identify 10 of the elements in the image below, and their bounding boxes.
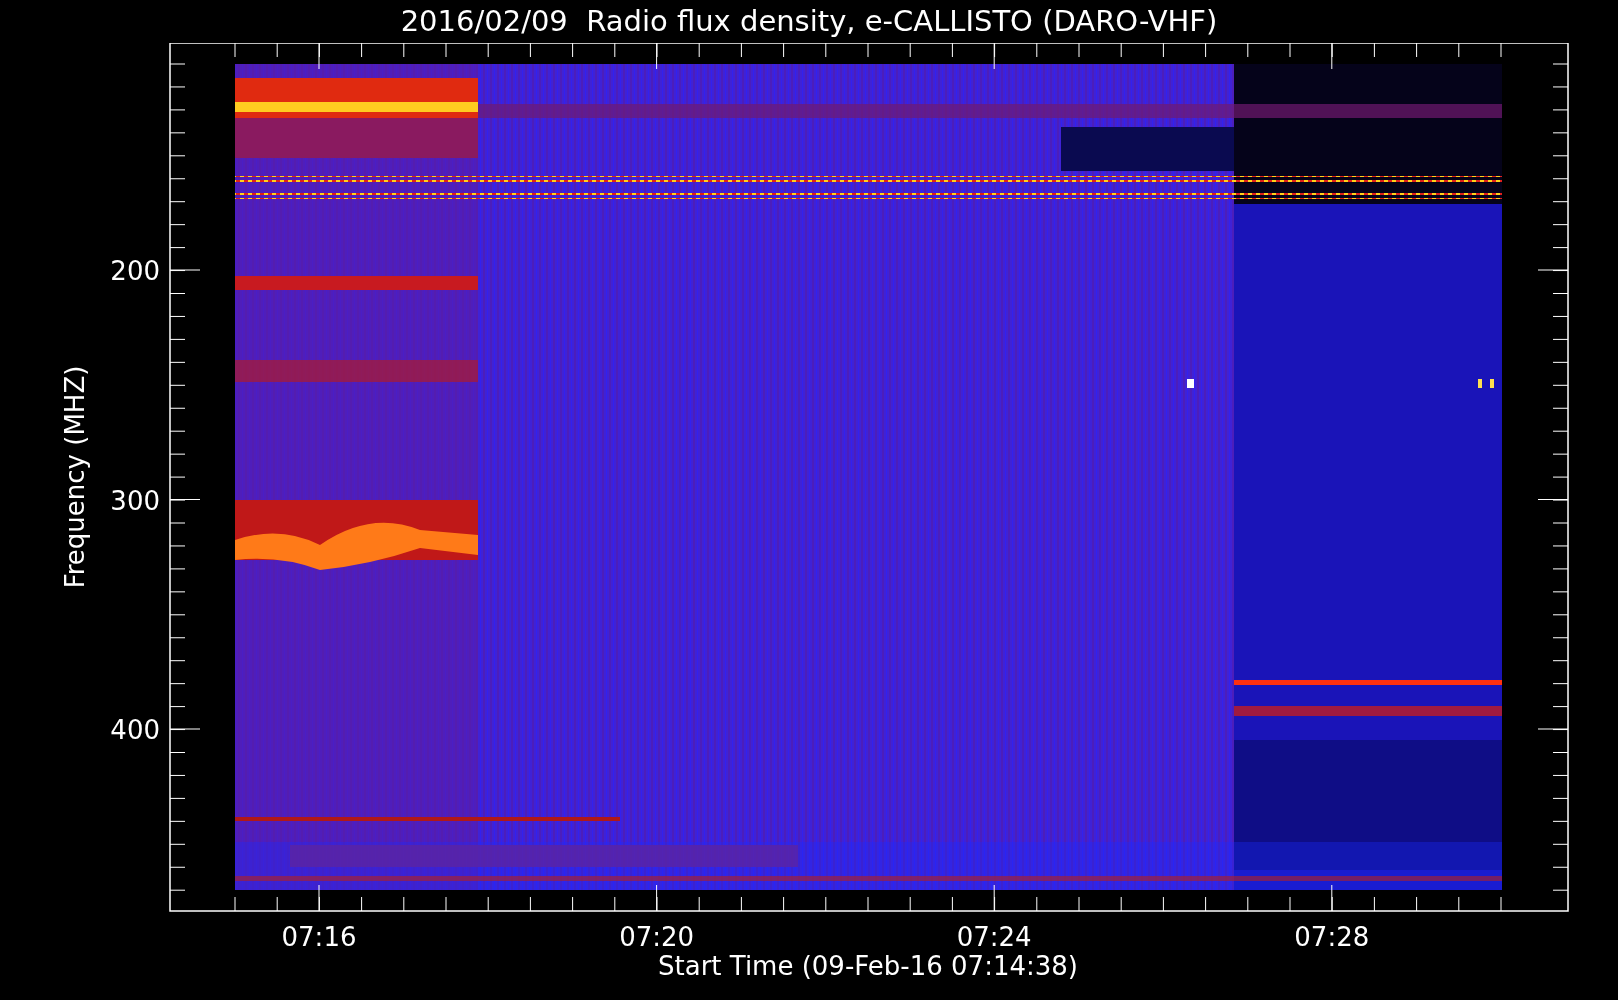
axis-tick-label: 400 xyxy=(110,715,160,745)
chart-title: 2016/02/09 Radio flux density, e-CALLISTO (DARO-VHF) xyxy=(400,7,1218,36)
axis-tick-label: 200 xyxy=(110,256,160,286)
axis-label: Frequency (MHZ) xyxy=(60,365,90,589)
axis-tick-label: 07:16 xyxy=(281,922,357,952)
axis-tick-label: 07:28 xyxy=(1294,922,1370,952)
axis-tick-label: 07:20 xyxy=(619,922,695,952)
axis-label: Start Time (09-Feb-16 07:14:38) xyxy=(658,951,1078,981)
axis-tick-label: 300 xyxy=(110,485,160,516)
axis-tick-label: 07:24 xyxy=(956,922,1032,952)
